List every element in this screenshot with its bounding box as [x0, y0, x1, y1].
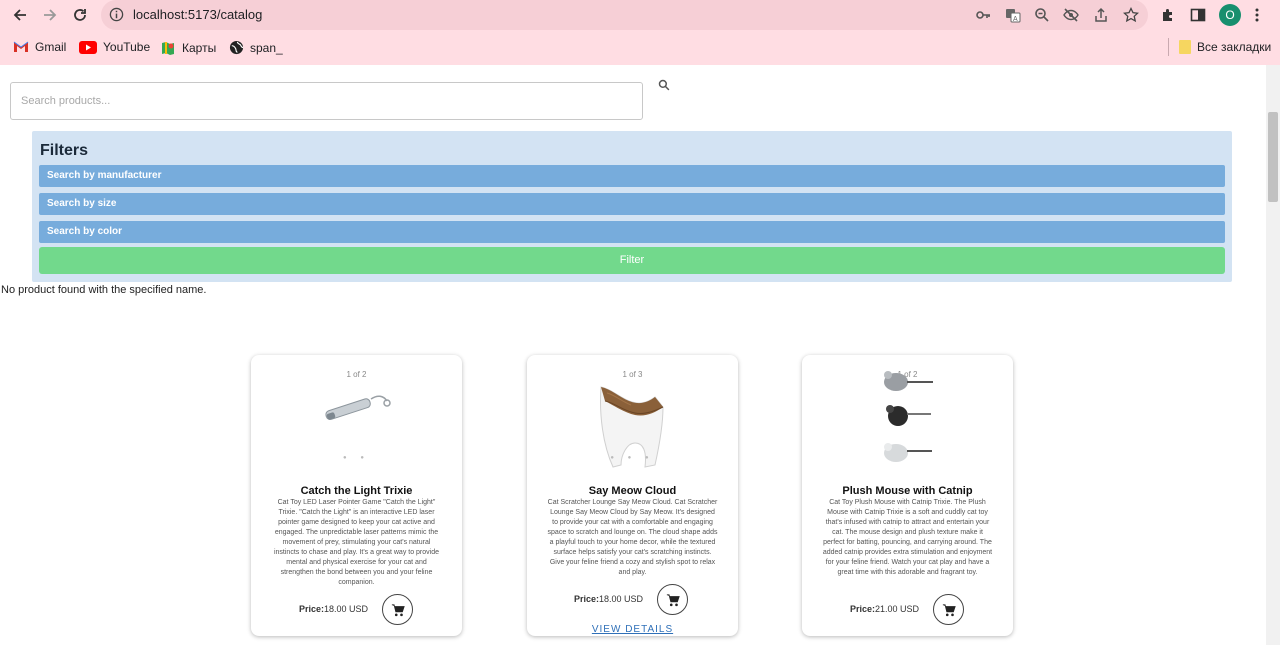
bookmark-star-icon[interactable] [1122, 6, 1140, 24]
add-to-cart-button[interactable] [382, 594, 413, 625]
bookmark-label: Gmail [35, 40, 67, 54]
share-icon[interactable] [1092, 6, 1110, 24]
product-card[interactable]: 1 of 2 Plush Mouse with Catnip Cat Toy P… [802, 355, 1013, 636]
carousel-dots[interactable]: ● ● ● [527, 455, 738, 461]
reload-button[interactable] [69, 4, 91, 26]
carousel-dots[interactable]: ● ● [251, 455, 462, 461]
zoom-out-icon[interactable] [1033, 6, 1051, 24]
filter-manufacturer[interactable]: Search by manufacturer [39, 165, 1225, 187]
filter-color[interactable]: Search by color [39, 221, 1225, 243]
bookmark-label: YouTube [103, 40, 151, 54]
translate-icon[interactable]: A [1004, 6, 1022, 24]
folder-icon [1179, 40, 1191, 54]
back-button[interactable] [9, 4, 31, 26]
filter-button[interactable]: Filter [39, 247, 1225, 274]
bookmark-label: span_ [250, 40, 283, 55]
browser-toolbar: localhost:5173/catalog A O [0, 0, 1280, 30]
address-url[interactable]: localhost:5173/catalog [133, 7, 262, 22]
product-title: Say Meow Cloud [588, 485, 677, 497]
all-bookmarks-label: Все закладки [1197, 40, 1272, 54]
bookmark-gmail[interactable]: Gmail [13, 40, 66, 54]
product-price: Price:21.00 USD [850, 604, 919, 614]
eye-off-icon[interactable] [1062, 6, 1080, 24]
no-results-message: No product found with the specified name… [1, 284, 207, 296]
filters-title: Filters [40, 142, 89, 159]
back-arrow-icon [13, 9, 26, 21]
key-icon[interactable] [974, 6, 992, 24]
svg-text:A: A [1013, 16, 1018, 23]
laser-pointer-image [324, 395, 391, 421]
profile-avatar[interactable]: O [1219, 4, 1241, 26]
plush-mice-image [883, 371, 933, 462]
search-button[interactable] [658, 78, 674, 94]
bookmark-label: Карты [182, 41, 217, 55]
search-icon [658, 79, 670, 91]
maps-icon [162, 42, 174, 55]
bookmark-youtube[interactable]: YouTube [79, 40, 150, 54]
catalog-page: Filters Search by manufacturer Search by… [0, 65, 1266, 645]
bookmark-span[interactable]: span_ [229, 40, 283, 55]
cart-icon [942, 603, 956, 616]
cart-icon [666, 593, 680, 606]
product-image[interactable] [317, 387, 397, 442]
product-description: Cat Toy LED Laser Pointer Game "Catch th… [273, 499, 440, 586]
extensions-icon[interactable] [1158, 5, 1178, 25]
add-to-cart-button[interactable] [657, 584, 688, 615]
forward-button[interactable] [39, 4, 61, 26]
search-input[interactable] [10, 82, 643, 120]
site-info-icon[interactable] [109, 7, 124, 27]
product-title: Plush Mouse with Catnip [842, 485, 973, 497]
add-to-cart-button[interactable] [933, 594, 964, 625]
menu-kebab-icon[interactable] [1247, 5, 1267, 25]
filter-size[interactable]: Search by size [39, 193, 1225, 215]
price-label: Price: [299, 604, 325, 614]
product-price: Price:18.00 USD [299, 604, 368, 614]
price-value: 21.00 USD [875, 604, 920, 614]
bookmark-maps[interactable]: Карты [160, 40, 216, 56]
price-value: 18.00 USD [324, 604, 369, 614]
scrollbar-thumb[interactable] [1268, 112, 1278, 202]
filters-panel: Filters Search by manufacturer Search by… [32, 131, 1232, 282]
browser-chrome: localhost:5173/catalog A O Gmail YouTube… [0, 0, 1280, 65]
youtube-icon [79, 40, 97, 54]
product-title: Catch the Light Trixie [300, 485, 413, 497]
bookmarks-bar: Gmail YouTube Карты span_ Все закладки [0, 34, 1280, 60]
all-bookmarks[interactable]: Все закладки [1179, 40, 1271, 54]
price-label: Price: [850, 604, 876, 614]
forward-arrow-icon [44, 9, 57, 21]
product-image[interactable] [878, 367, 938, 476]
product-card[interactable]: 1 of 3 ● ● ● Say Meow Cloud Cat Scratche… [527, 355, 738, 636]
price-value: 18.00 USD [599, 594, 644, 604]
gmail-icon [13, 41, 29, 52]
product-price: Price:18.00 USD [574, 594, 643, 604]
image-counter: 1 of 2 [346, 370, 367, 379]
product-card[interactable]: 1 of 2 ● ● Catch the Light Trixie Cat To… [251, 355, 462, 636]
cart-icon [391, 603, 405, 616]
reload-icon [74, 9, 86, 21]
view-details-link[interactable]: VIEW DETAILS [527, 624, 738, 635]
price-label: Price: [574, 594, 600, 604]
globe-icon [229, 40, 244, 55]
bookmarks-divider [1168, 38, 1169, 56]
address-bar[interactable]: localhost:5173/catalog A [101, 0, 1148, 30]
product-description: Cat Scratcher Lounge Say Meow Cloud. Cat… [547, 499, 718, 576]
side-panel-icon[interactable] [1188, 5, 1208, 25]
product-description: Cat Toy Plush Mouse with Catnip Trixie. … [822, 499, 993, 576]
